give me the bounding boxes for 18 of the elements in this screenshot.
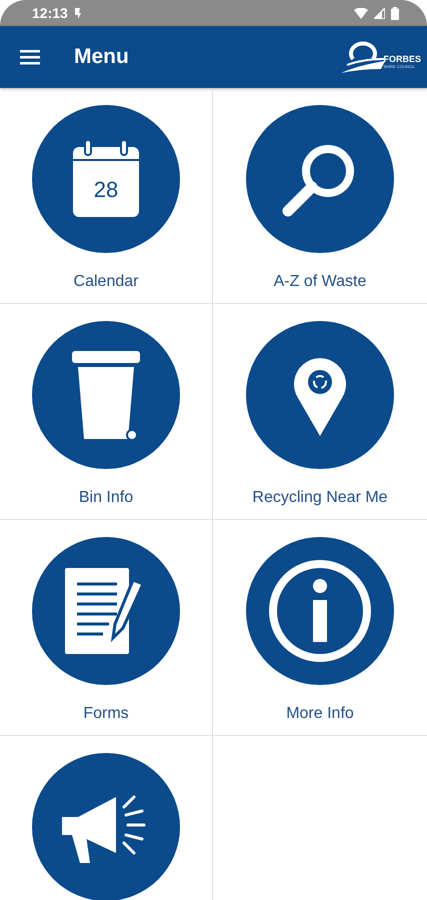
menu-tile-label[interactable]: Forms — [83, 705, 129, 723]
menu-tile-label[interactable]: A-Z of Waste — [274, 273, 366, 291]
menu-tile-button[interactable]: 28 — [32, 105, 180, 253]
menu-tile-label[interactable]: Bin Info — [78, 489, 134, 507]
battery-icon — [391, 6, 399, 20]
menu-icon[interactable] — [20, 49, 40, 65]
signal-icon — [374, 8, 385, 18]
menu-tile-label[interactable]: More Info — [286, 705, 354, 723]
logo-name: FORBES — [383, 54, 421, 64]
calendar-day: 28 — [94, 177, 118, 202]
notification-icon — [74, 8, 82, 18]
calendar-icon — [73, 139, 139, 217]
app-title: Menu — [74, 45, 129, 69]
menu-tile-label[interactable]: Calendar — [74, 273, 138, 291]
info-icon — [267, 558, 373, 664]
wifi-icon — [354, 8, 368, 18]
menu-tile-label[interactable]: Recycling Near Me — [252, 489, 388, 507]
status-time: 12:13 — [32, 5, 68, 21]
